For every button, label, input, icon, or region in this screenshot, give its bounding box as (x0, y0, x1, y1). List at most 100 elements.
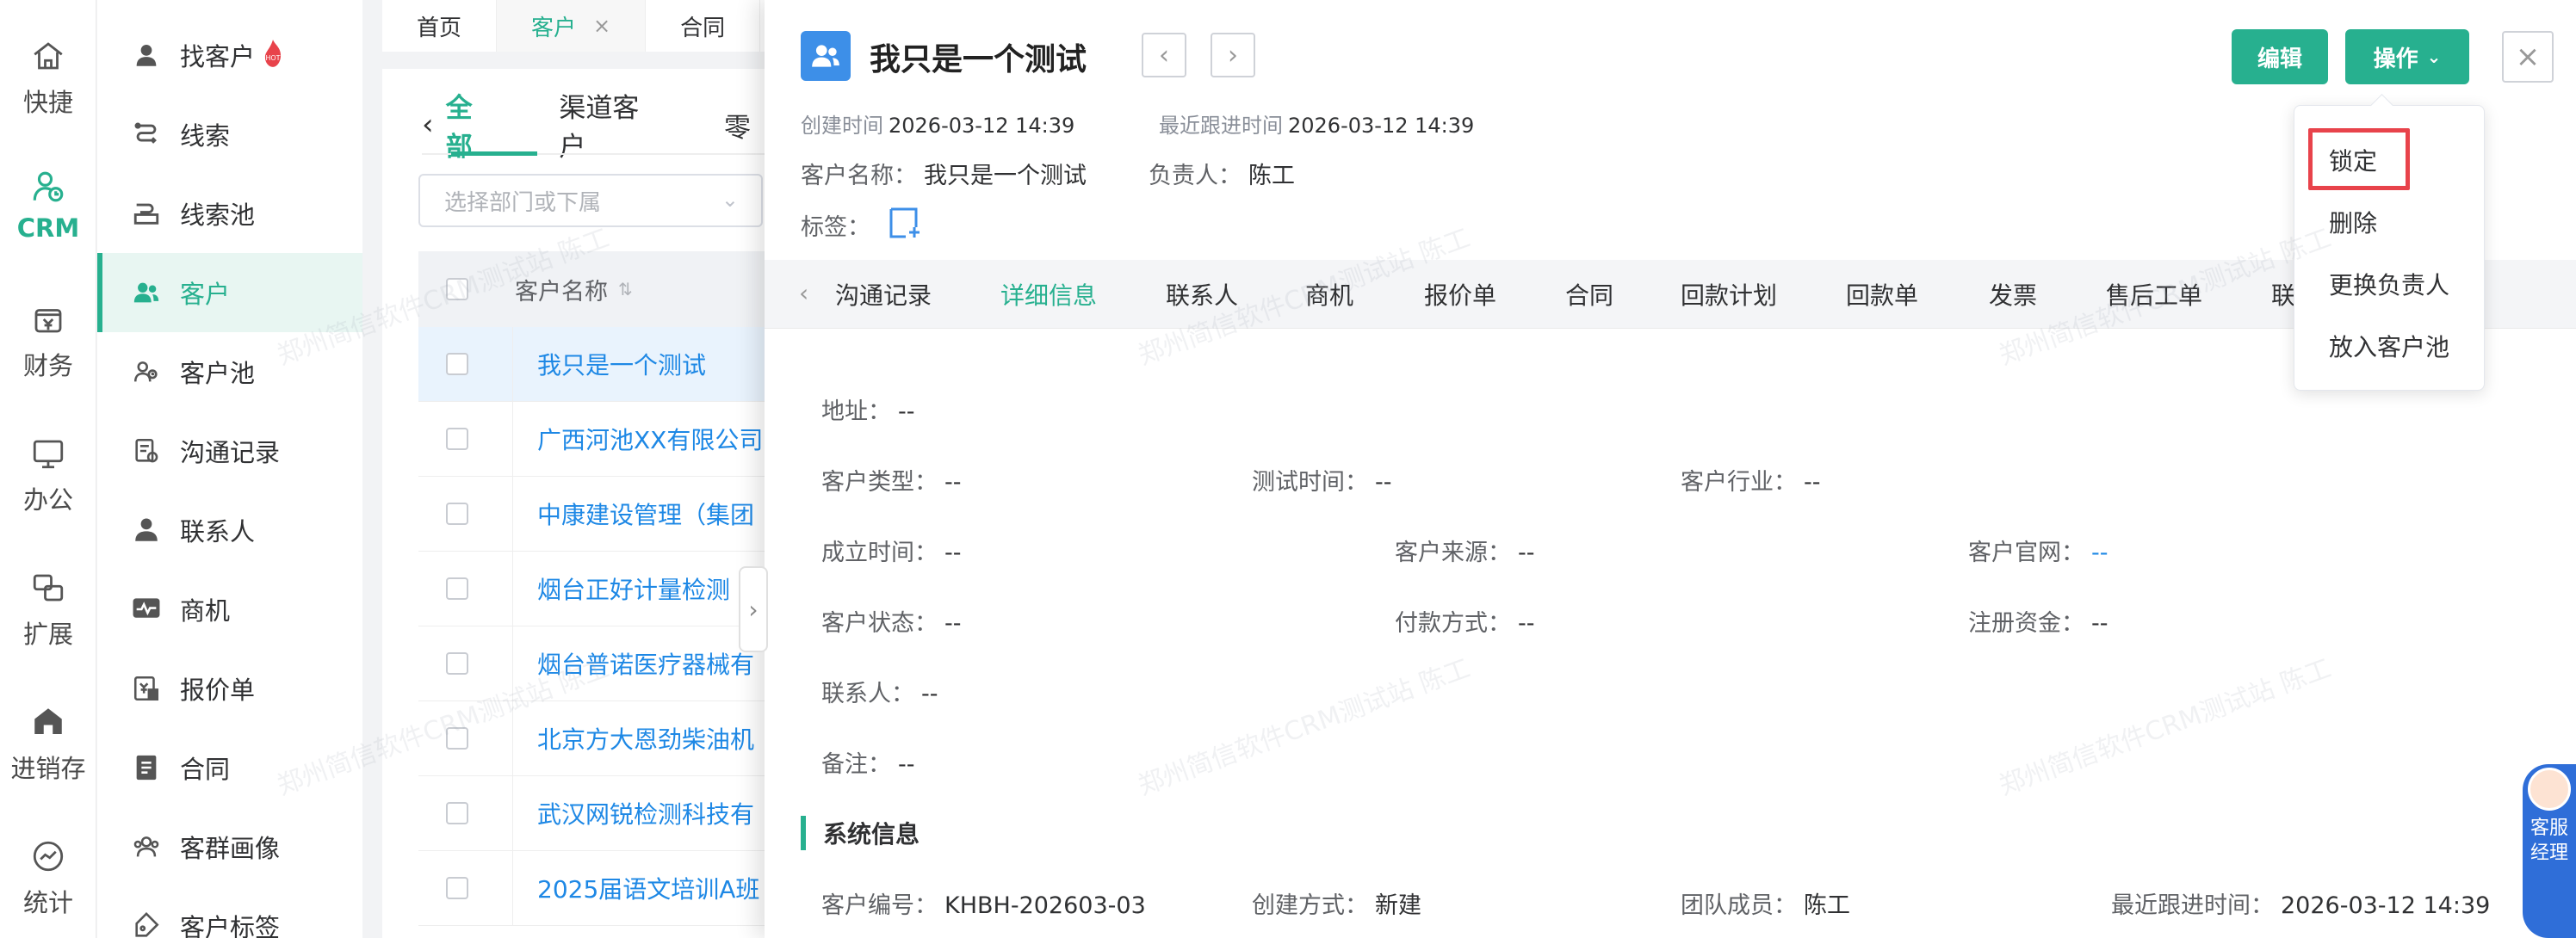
customer-service-widget[interactable]: 客服经理 (2523, 764, 2576, 938)
tab-contacts[interactable]: 联系人 (1166, 260, 1238, 329)
crm-menu: 找客户 HOT 线索 线索池 客户 客户池 沟通记录 联系人 商机 报价单 合同… (97, 0, 362, 938)
customer-icon (133, 282, 159, 303)
operations-button-label: 操作 (2373, 46, 2418, 72)
menu-item-opportunity[interactable]: 商机 (97, 570, 362, 649)
sort-icon[interactable]: ⇅ (618, 279, 633, 299)
tab-customer[interactable]: 客户 × (497, 0, 647, 52)
menu-label: 客群画像 (180, 834, 281, 863)
field-label: 客户编号： (821, 892, 938, 919)
row-checkbox[interactable] (446, 503, 468, 525)
chevron-left-icon[interactable]: ‹ (799, 279, 808, 307)
contract-icon (136, 755, 157, 781)
customer-name-link[interactable]: 武汉网锐检测科技有 (537, 796, 754, 830)
field-status: 客户状态： -- (821, 604, 962, 638)
row-checkbox[interactable] (446, 877, 468, 899)
tab-contracts[interactable]: 合同 (1565, 260, 1613, 329)
tab-communication[interactable]: 沟通记录 (835, 260, 932, 329)
column-header-name[interactable]: 客户名称 (515, 273, 608, 306)
chevron-right-icon: › (748, 595, 759, 624)
tab-payment-plan[interactable]: 回款计划 (1681, 260, 1777, 329)
tab-opportunities[interactable]: 商机 (1305, 260, 1353, 329)
tab-contract[interactable]: 合同 (646, 0, 761, 52)
customer-name-link[interactable]: 烟台正好计量检测 (537, 571, 730, 606)
prev-record-button[interactable]: ‹ (1142, 33, 1186, 77)
chevron-down-icon: ⌄ (721, 188, 739, 212)
field-last-follow: 最近跟进时间： 2026-03-12 14:39 (2111, 886, 2490, 920)
home-icon (34, 42, 63, 70)
field-value: -- (1518, 610, 1535, 637)
row-checkbox[interactable] (446, 802, 468, 824)
tab-details[interactable]: 详细信息 (1000, 260, 1097, 329)
rail-item-quick[interactable]: 快捷 (0, 38, 96, 141)
tab-payment-receipts[interactable]: 回款单 (1846, 260, 1918, 329)
menu-label: 客户 (180, 280, 231, 309)
table-row[interactable]: 武汉网锐检测科技有 (418, 775, 813, 851)
menu-item-customer-pool[interactable]: 客户池 (97, 332, 362, 411)
tab-home[interactable]: 首页 (382, 0, 498, 52)
menu-item-find-customer[interactable]: 找客户 HOT (97, 15, 362, 95)
rail-item-extend[interactable]: 扩展 (0, 570, 96, 673)
customer-name-link[interactable]: 2025届语文培训A班 (537, 871, 759, 905)
field-value-link[interactable]: -- (2091, 540, 2108, 566)
drawer-collapse-handle[interactable]: › (739, 566, 768, 652)
menu-item-change-owner[interactable]: 更换负责人 (2294, 254, 2486, 314)
menu-item-contact[interactable]: 联系人 (97, 491, 362, 570)
menu-item-delete[interactable]: 删除 (2294, 192, 2486, 252)
field-label: 备注： (821, 751, 891, 778)
table-row[interactable]: 北京方大恩劲柴油机 (418, 700, 813, 776)
row-checkbox[interactable] (446, 353, 468, 375)
next-record-button[interactable]: › (1211, 33, 1255, 77)
tab-service-tickets[interactable]: 售后工单 (2106, 260, 2202, 329)
chevron-down-icon: ⌄ (2426, 46, 2442, 67)
field-value: 我只是一个测试 (924, 163, 1087, 189)
row-checkbox[interactable] (446, 577, 468, 600)
add-tag-icon[interactable] (889, 207, 925, 239)
row-checkbox[interactable] (446, 652, 468, 675)
dept-select[interactable]: 选择部门或下属 ⌄ (418, 174, 763, 227)
view-tab-other[interactable]: 零 (724, 106, 751, 145)
row-checkbox-cell (418, 401, 513, 477)
select-all-checkbox[interactable] (446, 278, 468, 300)
chevron-left-icon[interactable]: ‹ (422, 108, 434, 142)
field-label: 客户行业： (1681, 469, 1797, 496)
tab-more[interactable]: 联 (2271, 260, 2295, 329)
menu-item-customer[interactable]: 客户 (97, 253, 362, 332)
table-row[interactable]: 我只是一个测试 (418, 326, 813, 402)
menu-item-communication[interactable]: 沟通记录 (97, 411, 362, 491)
tab-invoices[interactable]: 发票 (1989, 260, 2037, 329)
customer-name-link[interactable]: 北京方大恩劲柴油机 (537, 721, 754, 756)
customer-name-link[interactable]: 中康建设管理（集团 (537, 497, 754, 531)
menu-item-tag[interactable]: 客户标签 (97, 886, 362, 938)
customer-name-link[interactable]: 我只是一个测试 (537, 347, 706, 381)
customer-name-link[interactable]: 广西河池XX有限公司 (537, 422, 763, 456)
operations-button[interactable]: 操作 ⌄ (2345, 29, 2469, 84)
menu-label: 报价单 (180, 676, 256, 705)
rail-item-crm[interactable]: CRM (0, 169, 96, 272)
rail-item-stats[interactable]: 统计 (0, 838, 96, 938)
row-checkbox-cell (418, 476, 513, 552)
menu-label: 沟通记录 (180, 438, 281, 467)
menu-item-portrait[interactable]: 客群画像 (97, 807, 362, 886)
menu-item-lead[interactable]: 线索 (97, 95, 362, 174)
customer-name-link[interactable]: 烟台普诺医疗器械有 (537, 646, 754, 681)
menu-item-quote[interactable]: 报价单 (97, 649, 362, 728)
table-row[interactable]: 中康建设管理（集团 (418, 476, 813, 552)
menu-item-move-to-pool[interactable]: 放入客户池 (2294, 316, 2486, 376)
row-checkbox[interactable] (446, 727, 468, 750)
close-drawer-button[interactable]: × (2502, 31, 2554, 83)
edit-button[interactable]: 编辑 (2232, 29, 2328, 84)
table-row[interactable]: 2025届语文培训A班 (418, 850, 813, 926)
view-tab-channel[interactable]: 渠道客户 (559, 86, 662, 164)
rail-item-finance[interactable]: 财务 (0, 301, 96, 404)
highlight-box (2308, 128, 2410, 190)
table-row[interactable]: 广西河池XX有限公司 (418, 401, 813, 477)
menu-item-lead-pool[interactable]: 线索池 (97, 174, 362, 253)
rail-label: 进销存 (10, 754, 86, 783)
tab-quotes[interactable]: 报价单 (1424, 260, 1496, 329)
menu-item-contract[interactable]: 合同 (97, 728, 362, 807)
rail-item-inventory[interactable]: 进销存 (0, 704, 96, 807)
rail-item-office[interactable]: 办公 (0, 435, 96, 539)
close-tab-icon[interactable]: × (593, 14, 610, 38)
tab-label: 客户 (531, 15, 577, 41)
row-checkbox[interactable] (446, 428, 468, 450)
